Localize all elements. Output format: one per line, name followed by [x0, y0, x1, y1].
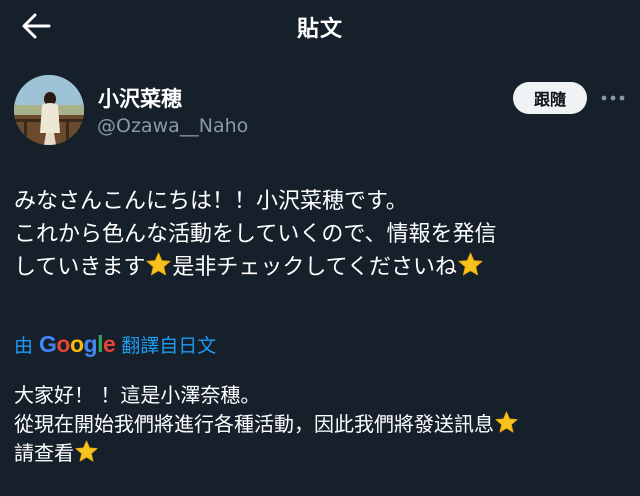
tweet-line-part: 是非チェックしてくださいね: [172, 255, 458, 280]
follow-button[interactable]: 跟隨: [513, 82, 587, 114]
user-handle: @Ozawa__Naho: [97, 115, 249, 137]
translate-suffix: 翻譯自日文: [121, 334, 217, 357]
tweet-line: これから色んな活動をしていくので、情報を発信: [14, 222, 497, 247]
google-logo-letter: g: [83, 330, 98, 357]
avatar-photo: [14, 75, 84, 145]
page-title: 貼文: [296, 17, 343, 42]
translated-line: 大家好！ ！這是小澤奈穗。: [14, 383, 261, 407]
tweet-text: みなさんこんにちは！！小沢菜穂です。 これから色んな活動をしていくので、情報を発…: [14, 185, 630, 284]
google-logo-letter: o: [69, 330, 84, 357]
google-logo-letter: G: [39, 330, 57, 357]
star-emoji-icon: [495, 411, 518, 433]
translated-line: 請查看: [14, 439, 630, 468]
more-options-button[interactable]: [600, 89, 626, 107]
more-horizontal-icon: [601, 95, 625, 101]
top-bar: 貼文: [0, 0, 640, 52]
translation-attribution[interactable]: 由 Google 翻譯自日文: [14, 331, 216, 357]
display-name[interactable]: 小沢菜穂: [98, 83, 182, 113]
translated-line: 從現在開始我們將進行各種活動，因此我們將發送訊息: [14, 410, 630, 439]
translated-text: 大家好！ ！這是小澤奈穗。 從現在開始我們將進行各種活動，因此我們將發送訊息 請…: [14, 381, 630, 468]
star-emoji-icon: [458, 252, 483, 276]
star-emoji-icon: [146, 252, 171, 276]
translated-line-part: 請查看: [14, 441, 74, 465]
translated-line-part: 從現在開始我們將進行各種活動，因此我們將發送訊息: [14, 412, 494, 436]
translate-prefix: 由: [14, 334, 34, 357]
tweet-line: みなさんこんにちは！！小沢菜穂です。: [14, 189, 408, 214]
google-logo-letter: o: [56, 330, 70, 357]
star-emoji-icon: [75, 440, 98, 462]
tweet-line-part: していきます: [14, 255, 146, 280]
google-logo-letter: e: [102, 330, 116, 357]
tweet-line: していきます 是非チェックしてくださいね: [14, 251, 630, 284]
avatar[interactable]: [14, 75, 84, 145]
google-logo: Google: [39, 330, 116, 358]
